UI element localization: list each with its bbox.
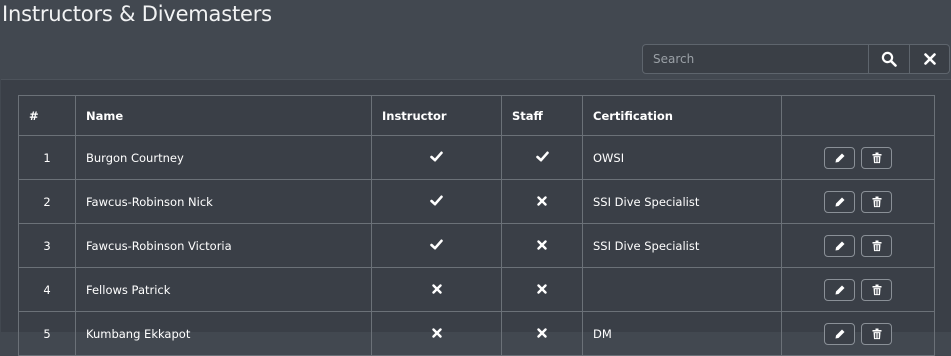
check-icon xyxy=(535,150,549,161)
delete-button[interactable] xyxy=(861,278,892,301)
row-name: Kumbang Ekkapot xyxy=(75,311,372,356)
row-instructor-flag xyxy=(371,179,502,224)
trash-icon xyxy=(872,284,881,295)
check-icon xyxy=(430,194,443,205)
search-bar xyxy=(642,44,950,74)
search-input[interactable] xyxy=(642,44,869,74)
table-row: 3 Fawcus-Robinson Victoria SSI Dive Specia… xyxy=(18,223,935,268)
delete-button[interactable] xyxy=(861,322,892,345)
row-staff-flag xyxy=(501,311,583,356)
trash-icon xyxy=(872,328,881,339)
table-row: 4 Fellows Patrick xyxy=(18,267,935,312)
edit-button[interactable] xyxy=(824,322,855,345)
delete-button[interactable] xyxy=(861,234,892,257)
delete-button[interactable] xyxy=(861,190,892,213)
pencil-icon xyxy=(835,197,844,206)
table-row: 5 Kumbang Ekkapot DM xyxy=(18,311,935,356)
cross-icon xyxy=(537,327,547,338)
row-name: Fawcus-Robinson Victoria xyxy=(75,223,372,268)
pencil-icon xyxy=(835,285,844,294)
row-actions xyxy=(781,179,935,224)
row-actions xyxy=(781,311,935,356)
row-staff-flag xyxy=(501,267,583,312)
trash-icon xyxy=(872,196,881,207)
trash-icon xyxy=(872,240,881,251)
row-number: 5 xyxy=(18,311,76,356)
row-certification: OWSI xyxy=(582,135,782,180)
column-header-certification[interactable]: Certification xyxy=(582,95,782,136)
row-number: 2 xyxy=(18,179,76,224)
instructors-table: # Name Instructor Staff Certification 1B… xyxy=(18,95,935,356)
page-title: Instructors & Divemasters xyxy=(2,2,272,26)
row-certification: SSI Dive Specialist xyxy=(582,223,782,268)
row-staff-flag xyxy=(501,135,583,180)
cross-icon xyxy=(431,327,442,338)
column-header-instructor[interactable]: Instructor xyxy=(371,95,502,136)
edit-button[interactable] xyxy=(824,146,855,169)
cross-icon xyxy=(537,283,547,294)
table-row: 1 Burgon Courtney OWSI xyxy=(18,135,935,180)
row-staff-flag xyxy=(501,179,583,224)
pencil-icon xyxy=(835,241,844,250)
row-instructor-flag xyxy=(371,223,502,268)
search-button[interactable] xyxy=(869,44,910,74)
row-instructor-flag xyxy=(371,135,502,180)
column-header-name[interactable]: Name xyxy=(75,95,372,136)
table-header-row: # Name Instructor Staff Certification xyxy=(18,95,935,136)
search-icon xyxy=(881,51,897,67)
column-header-num[interactable]: # xyxy=(18,95,76,136)
check-icon xyxy=(430,238,443,249)
row-number: 4 xyxy=(18,267,76,312)
close-icon xyxy=(923,53,936,65)
row-staff-flag xyxy=(501,223,583,268)
row-actions xyxy=(781,135,935,180)
row-number: 3 xyxy=(18,223,76,268)
table-panel: # Name Instructor Staff Certification 1B… xyxy=(1,79,951,356)
column-header-staff[interactable]: Staff xyxy=(501,95,583,136)
cross-icon xyxy=(537,239,547,250)
row-instructor-flag xyxy=(371,267,502,312)
trash-icon xyxy=(872,152,881,163)
column-header-actions xyxy=(781,95,935,136)
pencil-icon xyxy=(835,329,844,338)
edit-button[interactable] xyxy=(824,234,855,257)
row-name: Fawcus-Robinson Nick xyxy=(75,179,372,224)
table-row: 2 Fawcus-Robinson Nick SSI Dive Specialist xyxy=(18,179,935,224)
row-actions xyxy=(781,223,935,268)
edit-button[interactable] xyxy=(824,190,855,213)
check-icon xyxy=(430,150,443,161)
edit-button[interactable] xyxy=(824,278,855,301)
row-actions xyxy=(781,267,935,312)
row-number: 1 xyxy=(18,135,76,180)
row-name: Fellows Patrick xyxy=(75,267,372,312)
clear-search-button[interactable] xyxy=(910,44,950,74)
pencil-icon xyxy=(835,153,844,162)
row-instructor-flag xyxy=(371,311,502,356)
row-certification: DM xyxy=(582,311,782,356)
row-name: Burgon Courtney xyxy=(75,135,372,180)
delete-button[interactable] xyxy=(861,146,892,169)
cross-icon xyxy=(537,195,547,206)
row-certification xyxy=(582,267,782,312)
cross-icon xyxy=(431,283,442,294)
row-certification: SSI Dive Specialist xyxy=(582,179,782,224)
